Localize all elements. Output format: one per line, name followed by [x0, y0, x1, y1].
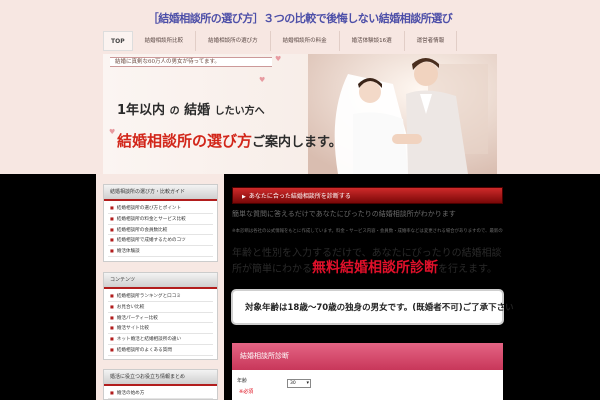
nav-fees[interactable]: 結婚相談所の料金	[271, 31, 340, 51]
nav-top[interactable]: TOP	[103, 31, 133, 51]
heart-icon: ♥	[259, 76, 266, 84]
nav-comparison[interactable]: 結婚相談所比較	[133, 31, 197, 51]
age-label: 年齢	[237, 378, 248, 384]
sidebar-link[interactable]: 結婚相談所の選び方とポイント	[108, 203, 213, 214]
heart-icon: ♥	[109, 128, 116, 136]
age-select[interactable]: 30	[287, 379, 311, 388]
sidebar-contents-box: コンテンツ 結婚相談所ランキングと口コミ お見合い比較 婚活パーティー比較 婚活…	[103, 272, 218, 360]
hero-headline-1: 1年以内 の 結婚 したい方へ	[117, 99, 265, 118]
sidebar-tips-title: 婚活に役立つお役立ち情報まとめ	[104, 370, 217, 386]
site-title[interactable]: ［結婚相談所の選び方］３つの比較で後悔しない結婚相談所選び	[0, 10, 600, 26]
hero-headline-2-main: 結婚相談所の選び方	[117, 132, 253, 150]
hero-headline-1-particle: の	[169, 106, 180, 117]
sidebar-guide-box: 結婚相談所の選び方・比較ガイド 結婚相談所の選び方とポイント 結婚相談所の料金と…	[103, 184, 218, 262]
main-lead-suffix: を行えます。	[438, 264, 497, 275]
sidebar-link[interactable]: 結婚相談所のよくある質問	[108, 345, 213, 356]
hero-headline-1-suffix: したい方へ	[214, 106, 265, 117]
sidebar-link[interactable]: 婚活サイト比較	[108, 323, 213, 335]
diagnosis-form-title: 結婚相談所診断	[232, 343, 503, 370]
sidebar-link[interactable]: 結婚相談所の会員数比較	[108, 225, 213, 236]
sidebar-link[interactable]: 結婚相談所で成婚するためのコツ	[108, 235, 213, 247]
sidebar-link[interactable]: 結婚相談所ランキングと口コミ	[108, 291, 213, 302]
header: ［結婚相談所の選び方］３つの比較で後悔しない結婚相談所選び TOP 結婚相談所比…	[0, 0, 600, 174]
main-note: ※本診断は各社の公式情報をもとに作成しています。料金・サービス内容・会員数・成婚…	[232, 229, 503, 234]
hero-banner[interactable]: 結婚に真剣な60万人の男女が待ってます。 ♥ ♥ ♥ 1年以内 の 結婚 したい…	[103, 54, 497, 174]
age-notice-box: 対象年齢は18歳〜70歳の独身の男女です。(既婚者不可)ご了承下さい	[231, 289, 514, 325]
sidebar-guide-title: 結婚相談所の選び方・比較ガイド	[104, 185, 217, 201]
sidebar-tips-box: 婚活に役立つお役立ち情報まとめ 婚活の始め方	[103, 369, 218, 400]
main-lead-text: 年齢と性別を入力するだけで、あなたにぴったりの結婚相談所が簡単にわかる無料結婚相…	[232, 246, 503, 277]
hero-headline-2-suffix: ご案内します。	[252, 135, 342, 150]
global-nav: TOP 結婚相談所比較 結婚相談所の選び方 結婚相談所の料金 婚活体験談16選 …	[103, 31, 458, 51]
wedding-couple-photo	[308, 54, 497, 174]
nav-operator[interactable]: 運営者情報	[405, 31, 458, 51]
sidebar-contents-title: コンテンツ	[104, 273, 217, 289]
main-subtitle: 簡単な質問に答えるだけであなたにぴったりの結婚相談所がわかります	[232, 210, 456, 218]
sidebar-link[interactable]: 婚活の始め方	[108, 388, 213, 399]
hero-headline-1-marriage: 結婚	[184, 103, 211, 118]
nav-how-to-choose[interactable]: 結婚相談所の選び方	[196, 31, 271, 51]
diagnosis-form: 結婚相談所診断 年齢 ※必須 30	[232, 343, 503, 400]
main-lead-highlight: 無料結婚相談所診断	[312, 260, 438, 276]
sidebar-link[interactable]: ネット婚活と結婚相談所の違い	[108, 334, 213, 345]
required-mark: ※必須	[239, 389, 254, 395]
main-section-title: あなたに合った結婚相談所を診断する	[232, 187, 503, 204]
nav-experiences[interactable]: 婚活体験談16選	[340, 31, 405, 51]
sidebar-link[interactable]: 婚活体験談	[108, 246, 213, 257]
sidebar-link[interactable]: お見合い比較	[108, 302, 213, 313]
hero-headline-2: 結婚相談所の選び方ご案内します。	[117, 130, 342, 151]
hero-tagline: 結婚に真剣な60万人の男女が待ってます。	[110, 57, 272, 67]
heart-icon: ♥	[275, 55, 282, 63]
hero-headline-1-period: 1年以内	[117, 103, 166, 118]
sidebar-link[interactable]: 婚活パーティー比較	[108, 313, 213, 324]
sidebar-link[interactable]: 結婚相談所の料金とサービス比較	[108, 214, 213, 225]
